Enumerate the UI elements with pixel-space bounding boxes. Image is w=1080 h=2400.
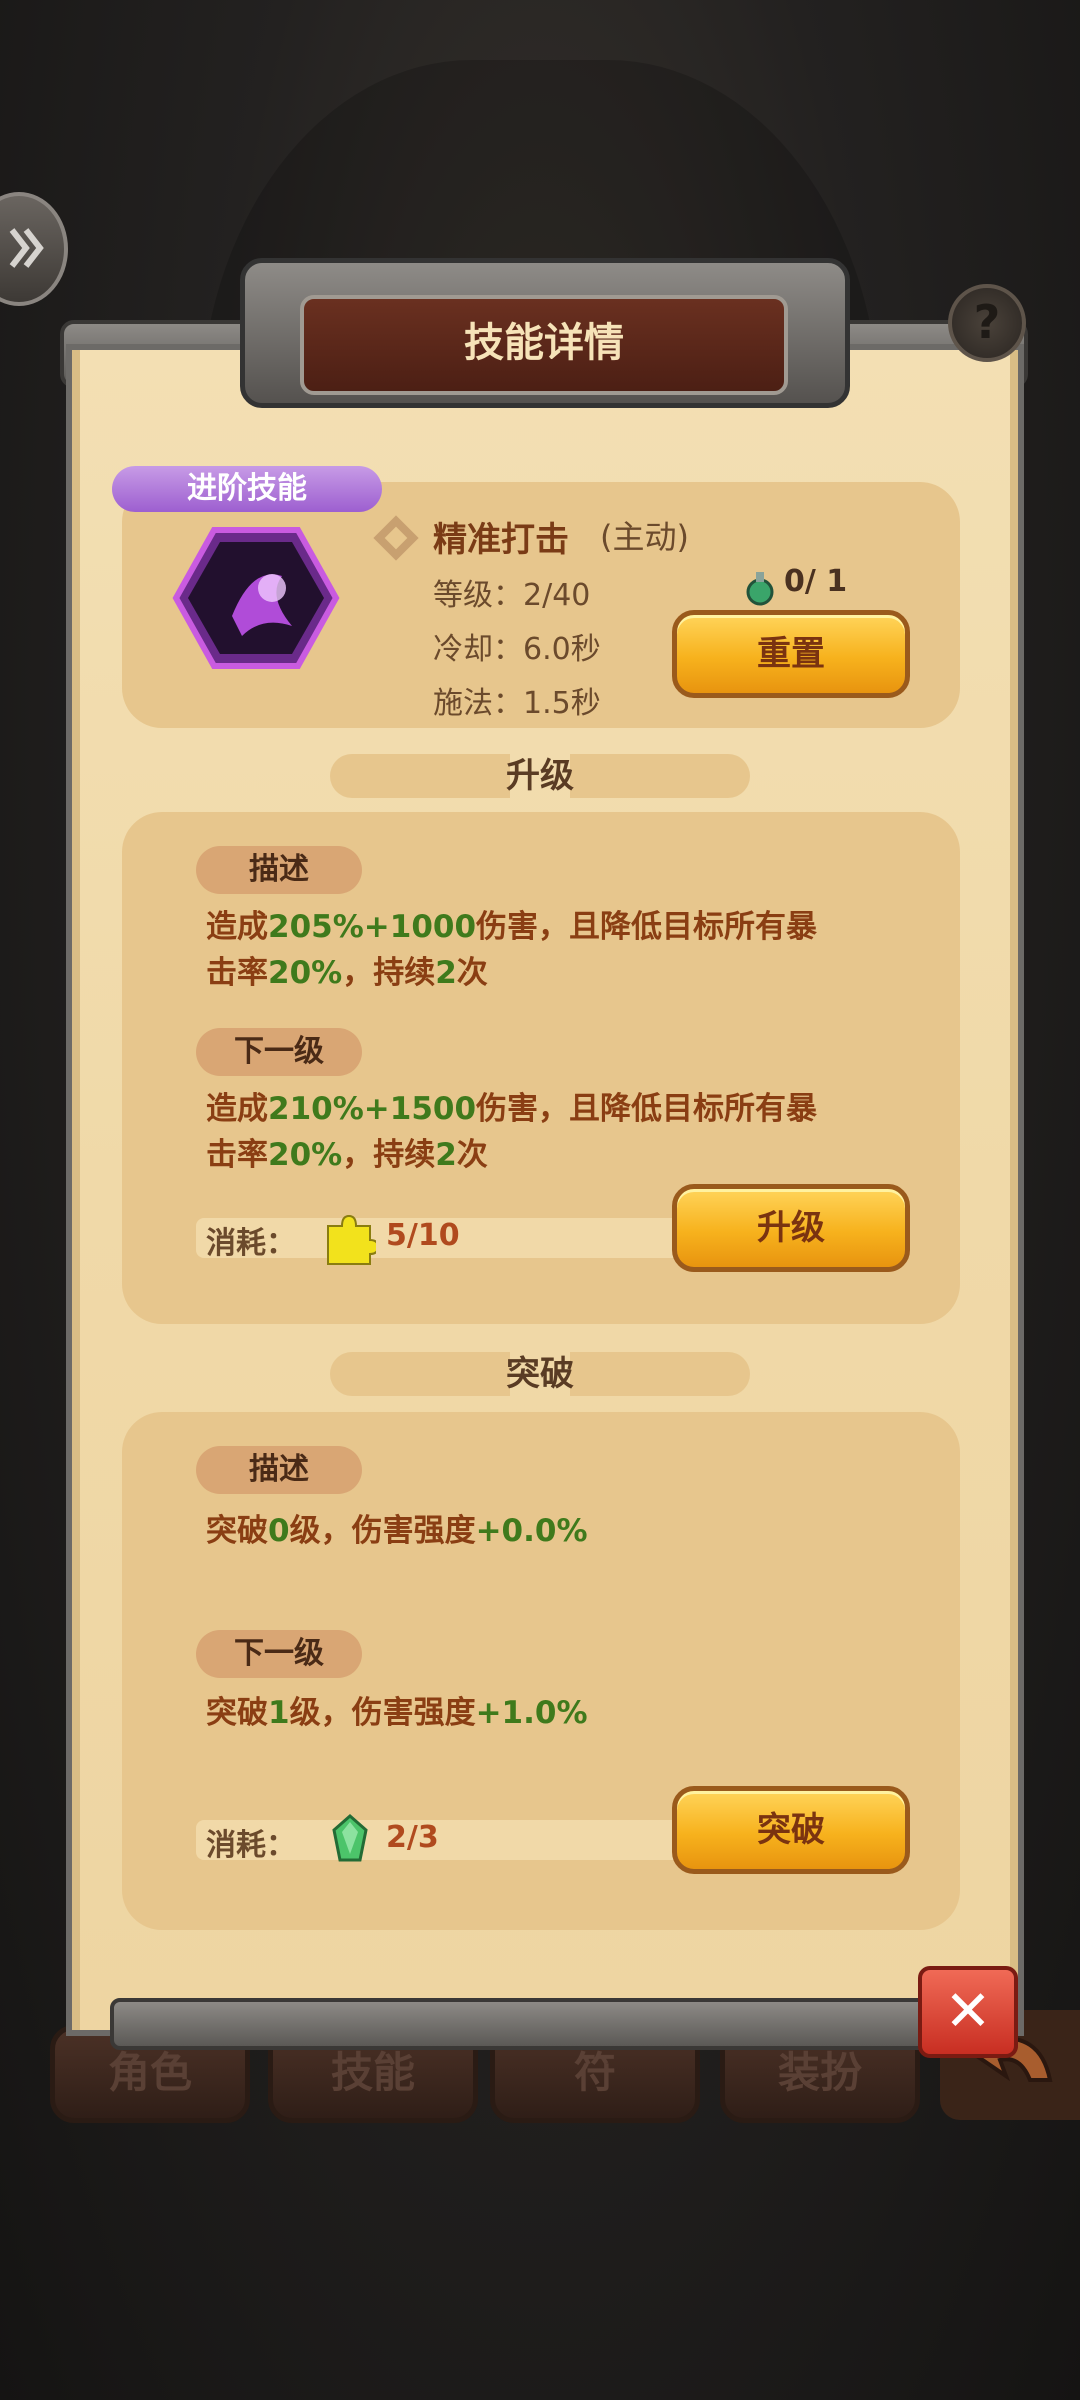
help-button[interactable]: ? <box>948 284 1026 362</box>
desc-text: 级，伤害强度 <box>289 1513 476 1549</box>
desc-value: 20% <box>268 1137 343 1173</box>
upgrade-next-tag: 下一级 <box>196 1028 362 1076</box>
green-crystal-icon <box>330 1814 370 1868</box>
close-button[interactable]: ✕ <box>918 1966 1018 2058</box>
tab-label: 装扮 <box>777 2048 862 2097</box>
desc-text: 击率 <box>206 1137 268 1173</box>
skill-level: 等级：2/40 <box>433 578 591 613</box>
active-skill-icon <box>370 512 422 568</box>
desc-text: 造成 <box>206 1091 268 1127</box>
desc-text: ，持续 <box>342 1137 436 1173</box>
panel-title: 技能详情 <box>300 295 788 395</box>
puzzle-piece-icon <box>322 1212 380 1270</box>
upgrade-cost-value: 5/10 <box>386 1218 460 1253</box>
desc-value: 2 <box>435 955 457 991</box>
tab-label: 符 <box>573 2048 616 2097</box>
desc-text: 击率 <box>206 955 268 991</box>
skill-cooldown: 冷却：6.0秒 <box>433 632 601 667</box>
desc-text: 级，伤害强度 <box>289 1695 476 1731</box>
skill-portrait-icon <box>172 526 340 674</box>
desc-text: 突破 <box>206 1513 268 1549</box>
skill-cast-time: 施法：1.5秒 <box>433 686 601 721</box>
breakthrough-next-description: 突破1级，伤害强度+1.0% <box>206 1690 966 1736</box>
desc-text: 伤害，且降低目标所有暴 <box>476 909 818 945</box>
potion-count: 0/ 1 <box>784 564 848 599</box>
upgrade-section-title: 升级 <box>506 756 574 796</box>
tab-label: 角色 <box>107 2048 192 2097</box>
desc-text: ，持续 <box>342 955 436 991</box>
upgrade-description: 造成205%+1000伤害，且降低目标所有暴击率20%，持续2次 <box>206 904 966 996</box>
breakthrough-cost-label: 消耗： <box>206 1828 296 1863</box>
breakthrough-cost-value: 2/3 <box>386 1820 439 1855</box>
breakthrough-section-title: 突破 <box>506 1354 574 1394</box>
upgrade-section-header: 升级 <box>330 746 750 806</box>
upgrade-desc-tag: 描述 <box>196 846 362 894</box>
desc-value: 20% <box>268 955 343 991</box>
desc-text: 次 <box>456 955 488 991</box>
desc-value: 210%+1500 <box>268 1091 477 1127</box>
breakthrough-desc-tag: 描述 <box>196 1446 362 1494</box>
breakthrough-button[interactable]: 突破 <box>672 1786 910 1874</box>
desc-text: 伤害，且降低目标所有暴 <box>476 1091 818 1127</box>
desc-text: 次 <box>456 1137 488 1173</box>
close-icon: ✕ <box>944 1979 992 2044</box>
breakthrough-description: 突破0级，伤害强度+0.0% <box>206 1508 966 1554</box>
tab-label: 技能 <box>330 2048 415 2097</box>
desc-value: 2 <box>435 1137 457 1173</box>
skill-mode: (主动) <box>600 518 689 556</box>
reset-button[interactable]: 重置 <box>672 610 910 698</box>
upgrade-cost-label: 消耗： <box>206 1226 296 1261</box>
desc-value: +0.0% <box>475 1513 588 1549</box>
desc-value: 0 <box>268 1513 290 1549</box>
advanced-skill-badge: 进阶技能 <box>112 466 382 512</box>
double-chevron-icon <box>9 228 44 268</box>
breakthrough-section-header: 突破 <box>330 1344 750 1404</box>
panel-bottom-frame <box>110 1998 978 2050</box>
desc-text: 突破 <box>206 1695 268 1731</box>
desc-value: 205%+1000 <box>268 909 477 945</box>
breakthrough-next-tag: 下一级 <box>196 1630 362 1678</box>
desc-value: +1.0% <box>475 1695 588 1731</box>
upgrade-button[interactable]: 升级 <box>672 1184 910 1272</box>
question-icon: ? <box>973 295 1001 349</box>
desc-text: 造成 <box>206 909 268 945</box>
desc-value: 1 <box>268 1695 290 1731</box>
skill-name: 精准打击 <box>433 520 569 560</box>
potion-icon <box>740 566 780 610</box>
upgrade-next-description: 造成210%+1500伤害，且降低目标所有暴击率20%，持续2次 <box>206 1086 966 1178</box>
